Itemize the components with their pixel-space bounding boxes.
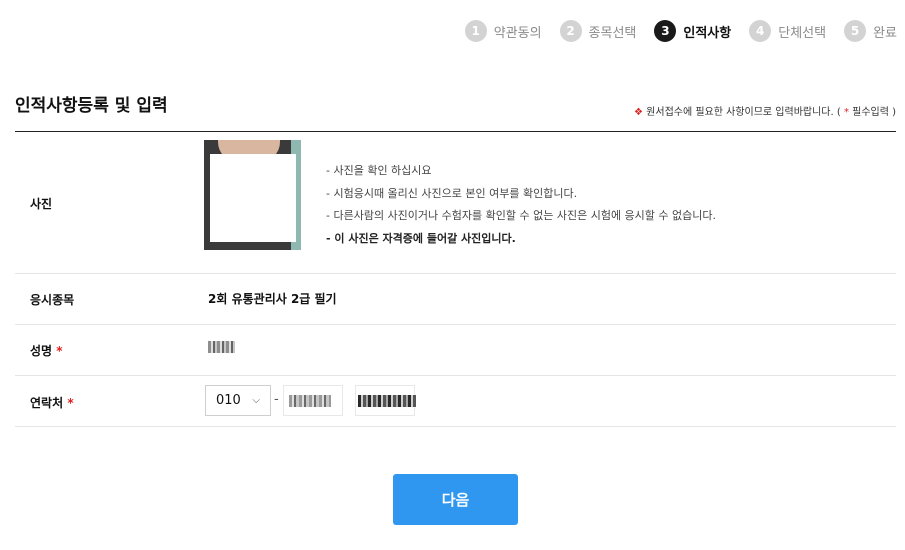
phone-prefix-value: 010: [216, 393, 241, 408]
step-number: 5: [844, 20, 867, 42]
step-label: 종목선택: [588, 25, 637, 41]
notice-text: 원서접수에 필요한 사항이므로 입력바랍니다. (: [642, 107, 844, 118]
exam-value: 2회 유통관리사 2급 필기: [208, 292, 337, 306]
notice-end: 필수입력 ): [848, 107, 896, 118]
name-row: 성명 *: [15, 325, 896, 376]
photo-note: - 다른사람의 사진이거나 수험자를 확인할 수 없는 사진은 시험에 응시할 …: [326, 209, 717, 222]
phone-row: 연락처 * 010 ⌵ -: [15, 376, 896, 427]
phone-last-input[interactable]: [355, 385, 416, 416]
step-4: 4 단체선택: [749, 20, 826, 42]
next-button[interactable]: 다음: [393, 474, 518, 525]
step-label: 인적사항: [683, 25, 732, 41]
photo-note: - 시험응시때 올리신 사진으로 본인 여부를 확인합니다.: [326, 186, 578, 200]
applicant-photo: [204, 140, 301, 250]
step-number: 3: [654, 20, 677, 42]
step-1: 1 약관동의: [464, 20, 542, 42]
step-label: 완료: [873, 25, 897, 41]
step-number: 1: [464, 20, 487, 42]
step-number: 4: [749, 20, 772, 42]
name-value-blurred: [208, 341, 235, 353]
phone-prefix-select[interactable]: 010 ⌵: [205, 385, 271, 416]
photo-note: - 이 사진은 자격증에 들어갈 사진입니다.: [326, 231, 516, 245]
notice-mark-icon: ❖: [634, 107, 643, 118]
step-label: 단체선택: [778, 25, 827, 41]
step-number: 2: [559, 20, 582, 42]
name-label: 성명 *: [30, 344, 63, 358]
progress-steps: 1 약관동의 2 종목선택 3 인적사항 4 단체선택 5 완료: [447, 20, 897, 42]
step-label: 약관동의: [493, 25, 542, 41]
photo-notes: - 사진을 확인 하십시요 - 시험응시때 올리신 사진으로 본인 여부를 확인…: [326, 160, 716, 250]
phone-dash: -: [274, 392, 279, 407]
phone-label: 연락처 *: [30, 396, 74, 410]
page-title: 인적사항등록 및 입력: [15, 96, 168, 116]
phone-middle-blurred: [289, 395, 331, 407]
photo-label: 사진: [30, 197, 53, 211]
step-5: 5 완료: [844, 20, 897, 42]
step-2: 2 종목선택: [559, 20, 637, 42]
photo-note: - 사진을 확인 하십시요: [326, 164, 432, 177]
required-notice: ❖ 원서접수에 필요한 사항이므로 입력바랍니다. ( * 필수입력 ): [634, 103, 896, 118]
step-3-current: 3 인적사항: [654, 20, 731, 42]
chevron-down-icon: ⌵: [252, 395, 260, 406]
photo-row: 사진 - 사진을 확인 하십시요 - 시험응시때 올리신 사진으로 본인 여부를…: [15, 132, 896, 274]
exam-label: 응시종목: [30, 293, 75, 307]
phone-middle-input[interactable]: [283, 385, 343, 416]
required-star: *: [56, 344, 63, 358]
required-star: *: [67, 396, 74, 410]
exam-row: 응시종목 2회 유통관리사 2급 필기: [15, 274, 896, 325]
phone-last-blurred: [358, 395, 416, 407]
